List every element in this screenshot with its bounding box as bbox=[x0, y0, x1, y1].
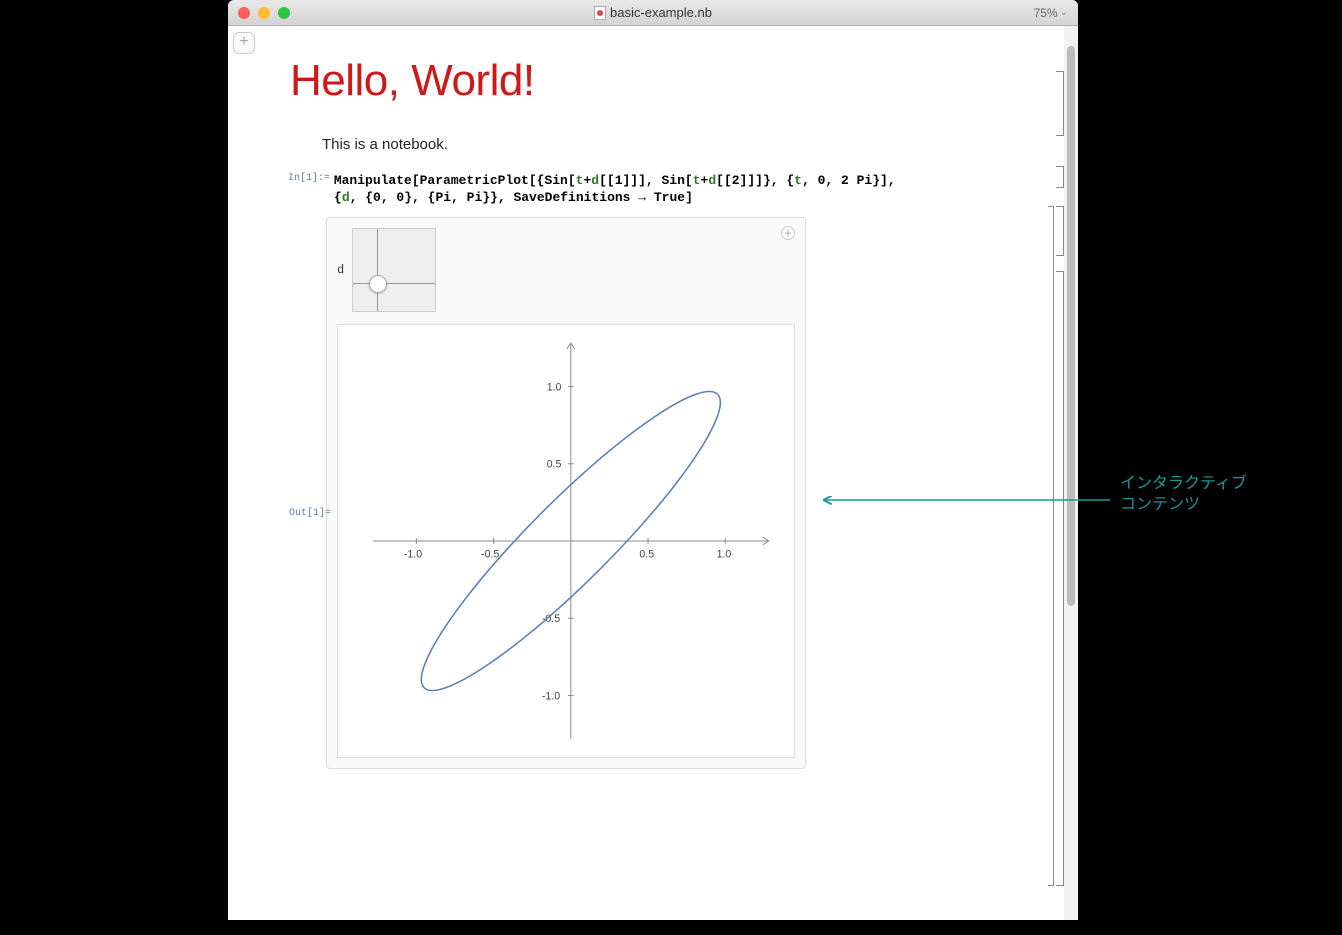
chevron-down-icon: ⌄ bbox=[1060, 7, 1068, 18]
title-text: basic-example.nb bbox=[610, 5, 712, 20]
window-title: basic-example.nb bbox=[228, 5, 1078, 20]
text-cell: This is a notebook. bbox=[322, 136, 1014, 153]
cell-bracket[interactable] bbox=[1056, 166, 1064, 188]
slider-crosshair-h bbox=[353, 283, 435, 284]
zoom-selector[interactable]: 75% ⌄ bbox=[1034, 6, 1068, 20]
zoom-value: 75% bbox=[1034, 6, 1058, 20]
close-icon[interactable] bbox=[238, 7, 250, 19]
add-cell-button[interactable]: + bbox=[233, 32, 255, 54]
manipulate-panel: + Out[1]= d bbox=[326, 217, 806, 769]
parametric-plot: -1.0 -0.5 0.5 1.0 1.0 0.5 -0.5 -1.0 bbox=[344, 331, 788, 751]
notebook-body: Hello, World! This is a notebook. In[1]:… bbox=[262, 26, 1034, 920]
svg-text:-1.0: -1.0 bbox=[542, 690, 560, 702]
minimize-icon[interactable] bbox=[258, 7, 270, 19]
window-controls bbox=[228, 7, 290, 19]
input-cell-line1[interactable]: In[1]:= Manipulate[ParametricPlot[{Sin[t… bbox=[288, 173, 1014, 188]
svg-text:1.0: 1.0 bbox=[717, 548, 732, 560]
annotation-line2: コンテンツ bbox=[1120, 495, 1247, 516]
expand-icon[interactable]: + bbox=[781, 226, 795, 240]
svg-text:-1.0: -1.0 bbox=[404, 548, 422, 560]
svg-text:-0.5: -0.5 bbox=[481, 548, 499, 560]
page-title: Hello, World! bbox=[290, 56, 1014, 106]
in-label: In[1]:= bbox=[288, 173, 326, 184]
cell-bracket[interactable] bbox=[1056, 71, 1064, 136]
slider2d-control: d bbox=[337, 228, 795, 312]
slider-crosshair-v bbox=[377, 229, 378, 311]
slider-knob[interactable] bbox=[369, 275, 387, 293]
svg-text:0.5: 0.5 bbox=[547, 459, 562, 471]
zoom-icon[interactable] bbox=[278, 7, 290, 19]
document-icon bbox=[594, 6, 606, 20]
cell-bracket[interactable] bbox=[1056, 206, 1064, 256]
svg-text:0.5: 0.5 bbox=[639, 548, 654, 560]
slider-label: d bbox=[337, 263, 344, 277]
titlebar: basic-example.nb 75% ⌄ bbox=[228, 0, 1078, 26]
annotation-line1: インタラクティブ bbox=[1120, 474, 1247, 495]
input-cell-line2[interactable]: {d, {0, 0}, {Pi, Pi}}, SaveDefinitions →… bbox=[334, 190, 1014, 205]
cell-bracket[interactable] bbox=[1056, 271, 1064, 886]
plot-frame: -1.0 -0.5 0.5 1.0 1.0 0.5 -0.5 -1.0 bbox=[337, 324, 795, 758]
scrollbar[interactable] bbox=[1064, 26, 1078, 920]
svg-text:1.0: 1.0 bbox=[547, 381, 562, 393]
left-gutter: + bbox=[228, 26, 262, 920]
out-label: Out[1]= bbox=[289, 508, 331, 519]
content-area: + Hello, World! This is a notebook. In[1… bbox=[228, 26, 1078, 920]
app-window: basic-example.nb 75% ⌄ + Hello, World! T… bbox=[228, 0, 1078, 920]
scroll-thumb[interactable] bbox=[1067, 46, 1075, 606]
cell-bracket[interactable] bbox=[1048, 206, 1054, 886]
slider2d[interactable] bbox=[352, 228, 436, 312]
cell-brackets bbox=[1034, 26, 1064, 920]
